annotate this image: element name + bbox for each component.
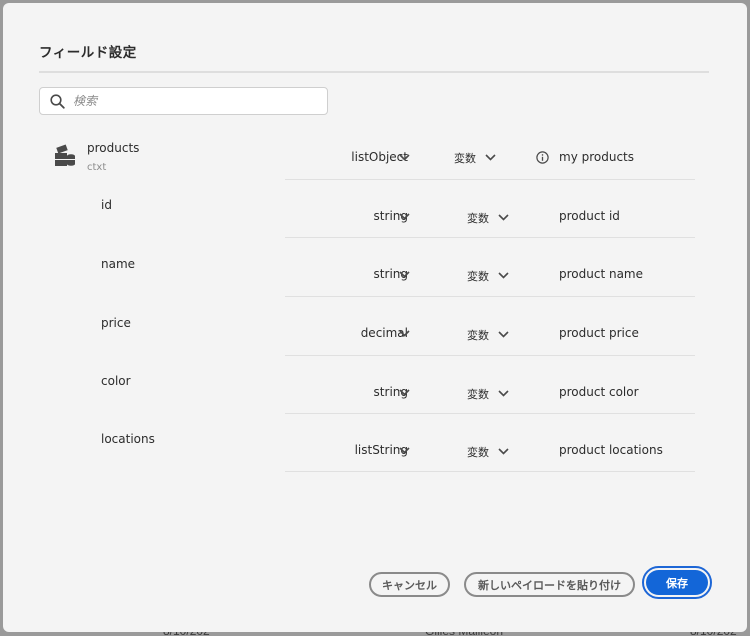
chevron-down-icon[interactable] — [498, 214, 509, 221]
row-divider — [285, 355, 695, 356]
search-field[interactable] — [39, 87, 328, 115]
chevron-down-icon[interactable] — [498, 448, 509, 455]
save-button[interactable]: 保存 — [642, 566, 712, 599]
row-divider — [285, 179, 695, 180]
object-stack-icon — [55, 144, 75, 166]
field-label: product locations — [559, 443, 663, 457]
mode-select[interactable]: 変数 — [467, 444, 489, 460]
search-icon — [50, 93, 65, 109]
field-name: locations — [101, 432, 155, 446]
chevron-down-icon[interactable] — [498, 331, 509, 338]
paste-payload-button[interactable]: 新しいペイロードを貼り付け — [464, 572, 635, 597]
cancel-button[interactable]: キャンセル — [369, 572, 450, 597]
chevron-down-icon[interactable] — [485, 154, 496, 161]
field-name: color — [101, 374, 131, 388]
row-divider — [285, 296, 695, 297]
info-icon[interactable] — [536, 151, 549, 164]
parent-field-name: products — [87, 141, 140, 155]
mode-select[interactable]: 変数 — [467, 386, 489, 402]
chevron-down-icon[interactable] — [399, 330, 410, 337]
field-name: price — [101, 316, 131, 330]
field-label: product color — [559, 385, 639, 399]
title-divider — [39, 71, 709, 73]
chevron-down-icon[interactable] — [498, 390, 509, 397]
field-name: id — [101, 198, 112, 212]
chevron-down-icon[interactable] — [399, 154, 410, 161]
field-label: product name — [559, 267, 643, 281]
field-label: product id — [559, 209, 620, 223]
chevron-down-icon[interactable] — [399, 447, 410, 454]
field-settings-dialog: フィールド設定 products ctxt listObject 変数 my p… — [3, 3, 747, 632]
row-divider — [285, 237, 695, 238]
chevron-down-icon[interactable] — [498, 272, 509, 279]
field-label: my products — [559, 150, 635, 164]
parent-field-context: ctxt — [87, 162, 107, 173]
field-label: product price — [559, 326, 639, 340]
search-input[interactable] — [73, 94, 303, 108]
field-name: name — [101, 257, 136, 271]
row-divider — [285, 471, 695, 472]
dialog-title: フィールド設定 — [39, 45, 137, 61]
row-divider — [285, 413, 695, 414]
mode-select[interactable]: 変数 — [467, 268, 489, 284]
mode-select[interactable]: 変数 — [467, 327, 489, 343]
chevron-down-icon[interactable] — [399, 389, 410, 396]
chevron-down-icon[interactable] — [399, 213, 410, 220]
mode-select[interactable]: 変数 — [467, 210, 489, 226]
chevron-down-icon[interactable] — [399, 271, 410, 278]
mode-select[interactable]: 変数 — [454, 150, 476, 166]
save-button-label: 保存 — [646, 570, 708, 595]
